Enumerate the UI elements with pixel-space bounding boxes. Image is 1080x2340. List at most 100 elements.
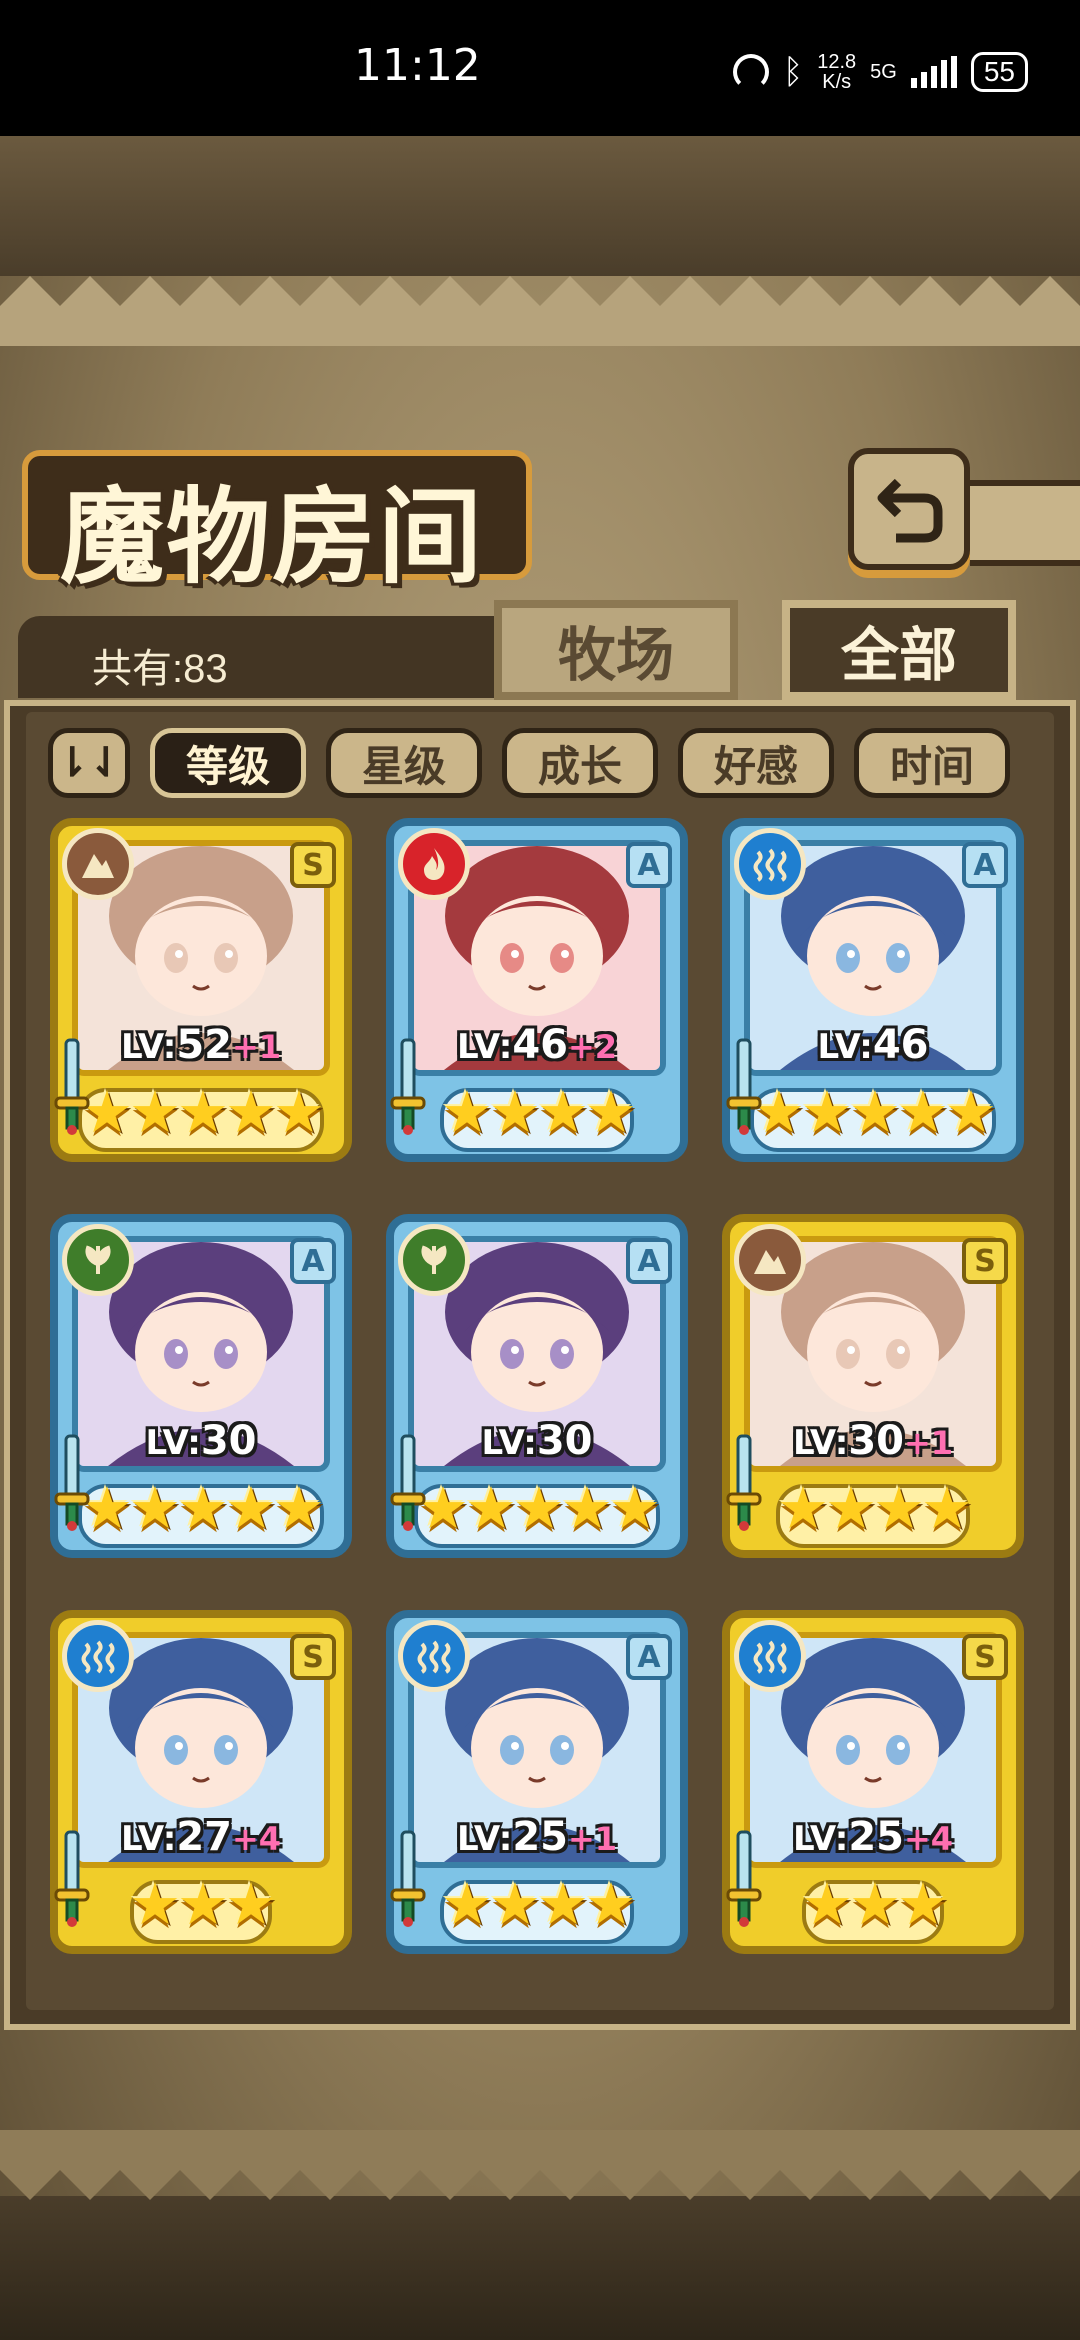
star-icon: ★ (489, 1872, 541, 1937)
star-icon: ★ (177, 1872, 229, 1937)
level-bonus: +1 (567, 1820, 618, 1858)
level-prefix: LV: (817, 1027, 873, 1067)
star-icon: ★ (129, 1872, 181, 1937)
sword-icon (724, 1036, 764, 1136)
sword-icon (52, 1432, 92, 1532)
monster-card[interactable]: A LV:30 ★★★★★ (386, 1214, 688, 1558)
level-label: LV:30 (394, 1418, 680, 1464)
level-bonus: +1 (231, 1028, 282, 1066)
earth-element-icon (734, 1224, 806, 1296)
rank-badge: S (290, 1634, 336, 1680)
top-zigzag-border (0, 276, 1080, 346)
star-rating: ★★★★ (394, 1872, 680, 1938)
star-icon: ★ (849, 1872, 901, 1937)
level-bonus: +4 (903, 1820, 954, 1858)
sort-time-button[interactable]: 时间 (854, 728, 1010, 798)
star-icon: ★ (441, 1080, 493, 1145)
level-prefix: LV: (145, 1423, 201, 1463)
level-bonus: +2 (567, 1028, 618, 1066)
rank-badge: S (290, 842, 336, 888)
rank-badge: A (626, 1238, 672, 1284)
level-label: LV:46+2 (394, 1022, 680, 1068)
star-icon: ★ (801, 1080, 853, 1145)
speedometer-icon (732, 54, 769, 90)
level-label: LV:30+1 (730, 1418, 1016, 1464)
rank-badge: A (962, 842, 1008, 888)
sort-growth-button[interactable]: 成长 (502, 728, 658, 798)
top-decor-band (0, 136, 1080, 276)
level-prefix: LV: (120, 1027, 177, 1067)
sword-icon (388, 1828, 428, 1928)
star-icon: ★ (825, 1476, 877, 1541)
star-rating: ★★★★★ (394, 1476, 680, 1542)
sword-icon (724, 1432, 764, 1532)
back-button-rail (970, 480, 1080, 566)
wood-element-icon (62, 1224, 134, 1296)
star-rating: ★★★★★ (730, 1080, 1016, 1146)
star-icon: ★ (225, 1476, 277, 1541)
level-prefix: LV: (120, 1819, 177, 1859)
level-prefix: LV: (792, 1423, 849, 1463)
star-icon: ★ (273, 1080, 325, 1145)
monster-card[interactable]: A LV:30 ★★★★★ (50, 1214, 352, 1558)
star-icon: ★ (465, 1476, 517, 1541)
sword-icon (52, 1828, 92, 1928)
monster-card[interactable]: S LV:30+1 ★★★★ (722, 1214, 1024, 1558)
rank-badge: A (626, 842, 672, 888)
star-icon: ★ (537, 1080, 589, 1145)
star-icon: ★ (777, 1476, 829, 1541)
sort-level-button[interactable]: 等级 (150, 728, 306, 798)
level-value: 52 (176, 1022, 232, 1068)
sword-icon (388, 1036, 428, 1136)
monster-card[interactable]: A LV:25+1 ★★★★ (386, 1610, 688, 1954)
level-label: LV:30 (58, 1418, 344, 1464)
star-icon: ★ (129, 1080, 181, 1145)
net-speed: 12.8 K/s (817, 52, 856, 92)
level-label: LV:52+1 (58, 1022, 344, 1068)
back-button[interactable] (848, 448, 970, 570)
star-icon: ★ (801, 1872, 853, 1937)
level-label: LV:27+4 (58, 1814, 344, 1860)
level-prefix: LV: (792, 1819, 849, 1859)
star-rating: ★★★★★ (58, 1476, 344, 1542)
star-icon: ★ (921, 1476, 973, 1541)
level-prefix: LV: (456, 1819, 513, 1859)
star-icon: ★ (129, 1476, 181, 1541)
level-label: LV:25+4 (730, 1814, 1016, 1860)
tab-ranch[interactable]: 牧场 (494, 600, 738, 700)
net-speed-value: 12.8 (817, 51, 857, 73)
water-element-icon (398, 1620, 470, 1692)
sort-order-toggle[interactable]: ⇂⇃ (48, 728, 130, 798)
sword-icon (52, 1036, 92, 1136)
sort-affinity-button[interactable]: 好感 (678, 728, 834, 798)
monster-card[interactable]: S LV:27+4 ★★★ (50, 1610, 352, 1954)
rank-badge: S (962, 1634, 1008, 1680)
level-value: 46 (512, 1022, 568, 1068)
water-element-icon (734, 1620, 806, 1692)
level-value: 30 (200, 1418, 257, 1464)
monster-card[interactable]: S LV:52+1 ★★★★★ (50, 818, 352, 1162)
star-rating: ★★★ (730, 1872, 1016, 1938)
level-value: 30 (536, 1418, 593, 1464)
fire-element-icon (398, 828, 470, 900)
rank-badge: A (626, 1634, 672, 1680)
bottom-decor-band (0, 2196, 1080, 2340)
sort-star-button[interactable]: 星级 (326, 728, 482, 798)
star-icon: ★ (273, 1476, 325, 1541)
star-rating: ★★★★ (730, 1476, 1016, 1542)
monster-card[interactable]: S LV:25+4 ★★★ (722, 1610, 1024, 1954)
tab-all[interactable]: 全部 (782, 600, 1016, 700)
page-title: 魔物房间 (60, 475, 485, 598)
water-element-icon (62, 1620, 134, 1692)
monster-card[interactable]: A LV:46 ★★★★★ (722, 818, 1024, 1162)
star-icon: ★ (609, 1476, 661, 1541)
battery-level: 55 (970, 52, 1028, 92)
rank-badge: S (962, 1238, 1008, 1284)
star-icon: ★ (585, 1080, 637, 1145)
bluetooth-icon: ᛒ (782, 52, 804, 91)
monster-card[interactable]: A LV:46+2 ★★★★ (386, 818, 688, 1162)
star-icon: ★ (225, 1080, 277, 1145)
monster-count: 共有:83 (92, 647, 228, 691)
level-bonus: +4 (231, 1820, 282, 1858)
level-label: LV:25+1 (394, 1814, 680, 1860)
